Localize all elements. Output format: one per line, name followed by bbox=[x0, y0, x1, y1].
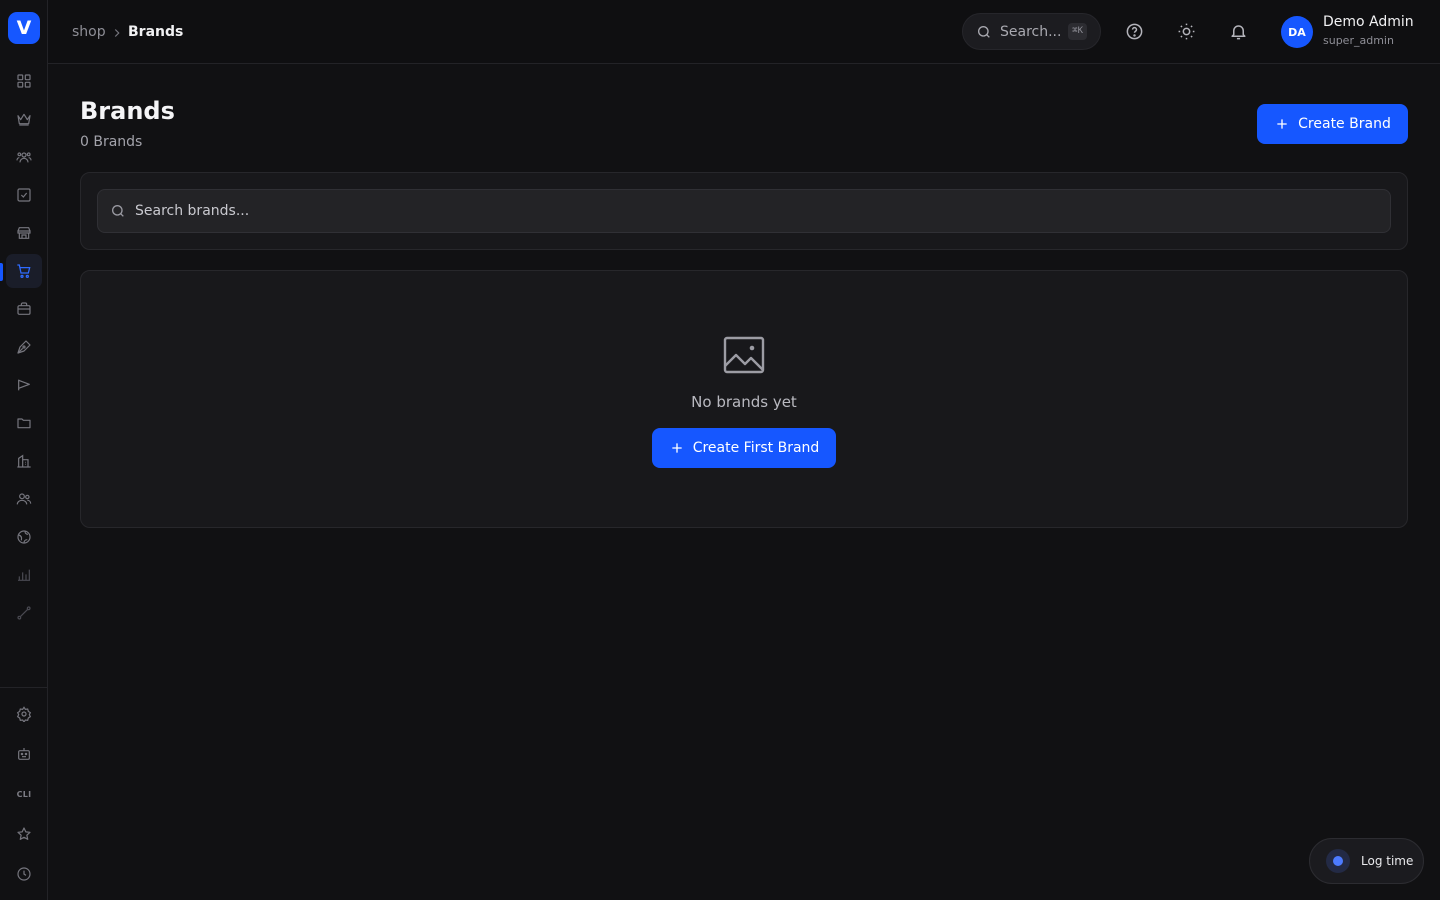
sidebar-item-favorites[interactable] bbox=[6, 817, 42, 851]
avatar[interactable]: DA bbox=[1281, 16, 1313, 48]
sun-icon[interactable] bbox=[1177, 22, 1196, 41]
sidebar-item-routes[interactable] bbox=[6, 596, 42, 630]
users-group-icon bbox=[16, 152, 32, 163]
global-search-button[interactable]: Search... ⌘K bbox=[962, 13, 1101, 50]
empty-state-card: No brands yet Create First Brand bbox=[80, 270, 1408, 528]
sidebar-item-companies[interactable] bbox=[6, 444, 42, 478]
chevron-right-icon bbox=[110, 25, 124, 39]
sidebar-item-cli[interactable]: CLI bbox=[6, 777, 42, 811]
gear-icon bbox=[16, 706, 32, 722]
bell-icon[interactable] bbox=[1229, 22, 1248, 41]
sidebar-item-crown[interactable] bbox=[6, 102, 42, 136]
search-icon bbox=[978, 25, 990, 38]
pen-icon bbox=[17, 340, 31, 354]
crown-icon bbox=[17, 113, 31, 126]
active-indicator bbox=[0, 263, 3, 281]
sidebar-item-teams[interactable] bbox=[6, 140, 42, 174]
brand-search-field[interactable] bbox=[97, 189, 1391, 233]
user-role: super_admin bbox=[1323, 34, 1394, 47]
shopping-cart-icon bbox=[17, 264, 31, 278]
sidebar: V CLI bbox=[0, 0, 48, 900]
user-name[interactable]: Demo Admin bbox=[1323, 14, 1414, 30]
sidebar-item-bots[interactable] bbox=[6, 737, 42, 771]
store-icon bbox=[17, 227, 31, 239]
sidebar-item-web[interactable] bbox=[6, 520, 42, 554]
sidebar-divider bbox=[0, 687, 47, 688]
create-first-brand-label: Create First Brand bbox=[692, 440, 820, 456]
clock-icon bbox=[17, 867, 31, 881]
sidebar-item-analytics[interactable] bbox=[6, 558, 42, 592]
building-icon bbox=[17, 454, 31, 468]
log-time-label: Log time bbox=[1361, 854, 1414, 868]
page-title: Brands bbox=[80, 97, 175, 125]
sidebar-item-jobs[interactable] bbox=[6, 292, 42, 326]
app-logo[interactable]: V bbox=[8, 12, 40, 44]
image-placeholder-icon bbox=[723, 335, 765, 375]
sidebar-item-contacts[interactable] bbox=[6, 482, 42, 516]
create-brand-label: Create Brand bbox=[1298, 116, 1391, 132]
megaphone-icon bbox=[18, 379, 30, 391]
search-shortcut: ⌘K bbox=[1068, 23, 1087, 40]
cli-icon: CLI bbox=[16, 789, 32, 799]
folder-icon bbox=[17, 418, 31, 429]
global-search-label: Search... bbox=[1000, 23, 1062, 40]
top-header: shop Brands Search... ⌘K DA Demo Admin s… bbox=[48, 0, 1440, 64]
search-icon bbox=[112, 205, 124, 217]
briefcase-icon bbox=[17, 302, 31, 315]
globe-icon bbox=[17, 530, 31, 544]
plus-icon bbox=[1277, 119, 1287, 129]
timer-icon bbox=[1326, 849, 1350, 873]
breadcrumb-current: Brands bbox=[128, 24, 184, 40]
create-first-brand-button[interactable]: Create First Brand bbox=[652, 428, 836, 468]
brand-count: 0 Brands bbox=[80, 134, 143, 150]
breadcrumb-shop[interactable]: shop bbox=[72, 24, 106, 40]
empty-state-text: No brands yet bbox=[691, 393, 797, 411]
sidebar-item-history[interactable] bbox=[6, 857, 42, 891]
sidebar-item-content[interactable] bbox=[6, 330, 42, 364]
search-card bbox=[80, 172, 1408, 250]
sidebar-item-store[interactable] bbox=[6, 216, 42, 250]
create-brand-button[interactable]: Create Brand bbox=[1257, 104, 1408, 144]
sidebar-item-marketing[interactable] bbox=[6, 368, 42, 402]
sidebar-item-shop[interactable] bbox=[6, 254, 42, 288]
sidebar-item-dashboard[interactable] bbox=[6, 64, 42, 98]
star-icon bbox=[17, 827, 31, 840]
route-icon bbox=[17, 606, 31, 620]
brand-search-input[interactable] bbox=[135, 203, 1390, 219]
checkbox-icon bbox=[17, 188, 31, 202]
log-time-button[interactable]: Log time bbox=[1309, 838, 1424, 884]
help-icon[interactable] bbox=[1125, 22, 1144, 41]
sidebar-item-files[interactable] bbox=[6, 406, 42, 440]
dashboard-grid-icon bbox=[17, 74, 31, 88]
plus-icon bbox=[672, 443, 682, 453]
robot-icon bbox=[18, 748, 30, 760]
sidebar-item-tasks[interactable] bbox=[6, 178, 42, 212]
users-icon bbox=[16, 493, 32, 505]
sidebar-item-settings[interactable] bbox=[6, 697, 42, 731]
bar-chart-icon bbox=[18, 569, 30, 581]
